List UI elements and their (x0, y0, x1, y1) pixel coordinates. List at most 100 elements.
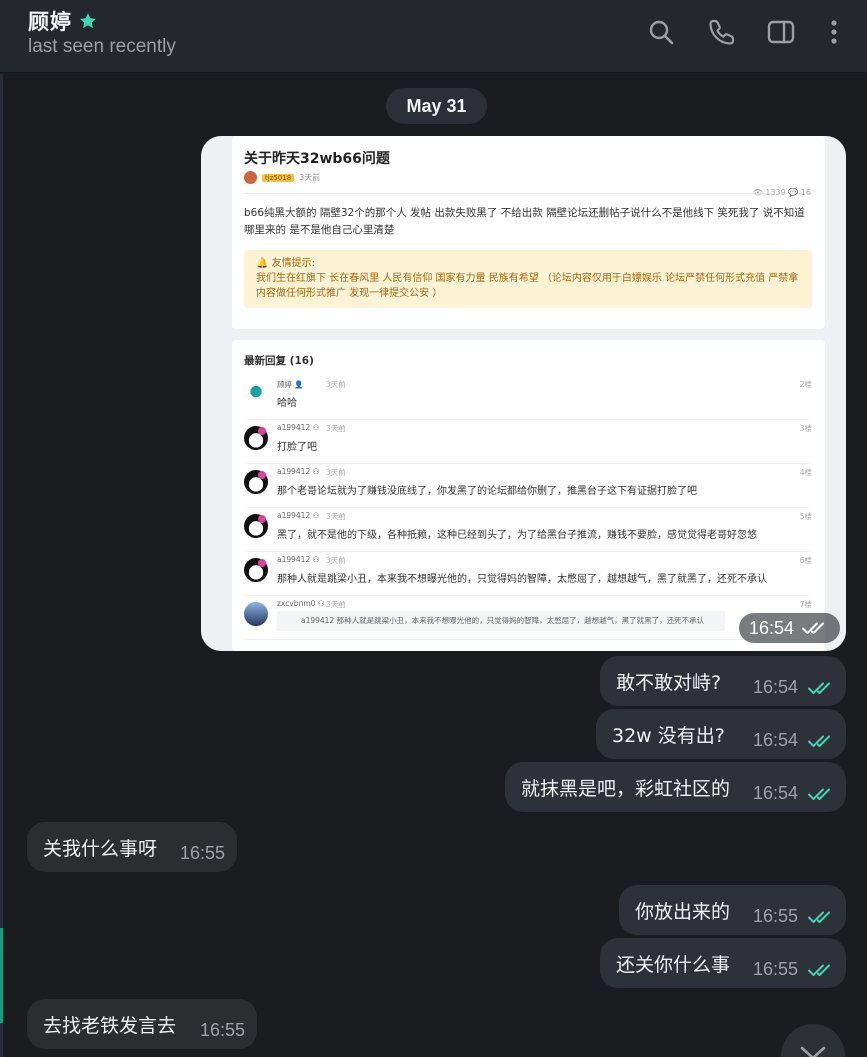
notice-box: 🔔 友情提示: 我们生在红旗下 长在春风里 人民有信仰 国家有力量 民族有希望 … (244, 250, 812, 308)
reply-floor: 2楼 (799, 380, 812, 389)
double-check-icon (808, 682, 830, 694)
reply-text: 黑了，就不是他的下级，各种抵赖，这种已经到头了，为了给黑台子推流，赚钱不要脸，感… (277, 530, 757, 541)
reply-floor: 7楼 (799, 600, 812, 609)
message-text: 去找老铁发言去 (43, 1014, 177, 1037)
avatar (244, 171, 257, 184)
avatar (244, 514, 268, 538)
post-body: b66纯黑大额的 隔壁32个的那个人 发帖 出款失败黑了 不给出款 隔壁论坛还删… (244, 207, 805, 236)
image-timestamp: 16:54 (738, 613, 840, 643)
post-title: 关于昨天32wb66问题 (244, 151, 390, 167)
reply-floor: 5楼 (799, 512, 812, 521)
reply-time: 3天前 (326, 424, 346, 433)
scroll-down-button[interactable] (781, 1024, 845, 1057)
post-stats: 👁 1339 💬 16 (752, 188, 811, 197)
message-text: 敢不敢对峙? (616, 671, 722, 694)
avatar (244, 602, 268, 626)
forum-post-card: 关于昨天32wb66问题 tjz5018 3天前 👁 1339 💬 16 b66… (232, 136, 825, 329)
message-text: 你放出来的 (635, 900, 731, 923)
post-meta: tjz5018 3天前 (244, 171, 320, 184)
avatar (244, 382, 268, 406)
message-meta: 16:55 (200, 1020, 245, 1041)
double-check-icon (808, 911, 830, 923)
message-meta: 16:55 (753, 959, 836, 980)
reply-author: a199412 ⚇ (277, 423, 320, 432)
list-item: 顾婷 👤 3天前 2楼 哈哈 (244, 376, 812, 420)
reply-floor: 3楼 (799, 424, 812, 433)
reply-floor: 4楼 (799, 468, 812, 477)
reply-time: 3天前 (326, 600, 346, 609)
contact-title[interactable]: 顾婷 (28, 6, 98, 36)
reply-time: 3天前 (326, 556, 346, 565)
image-message[interactable]: 关于昨天32wb66问题 tjz5018 3天前 👁 1339 💬 16 b66… (201, 136, 846, 651)
message-time: 16:55 (199, 1020, 245, 1040)
reply-author: 顾婷 👤 (277, 380, 304, 389)
list-item: a199412 ⚇ 3天前 5楼 黑了，就不是他的下级，各种抵赖，这种已经到头了… (244, 508, 812, 552)
message-bubble-outgoing[interactable]: 敢不敢对峙? 16:54 (600, 656, 846, 706)
message-meta: 16:55 (753, 906, 836, 927)
list-item: a199412 ⚇ 3天前 4楼 那个老哥论坛就为了赚钱没底线了，你发黑了的论坛… (244, 464, 812, 508)
reply-text: 那个老哥论坛就为了赚钱没底线了，你发黑了的论坛都给你删了，推黑台子这下有证据打脸… (277, 486, 697, 497)
reply-quote: a199412 那种人就是跳梁小丑，本来我不想曝光他的，只觉得妈的智障，太憋屈了… (277, 611, 725, 631)
message-bubble-incoming[interactable]: 关我什么事呀 16:55 (27, 822, 237, 872)
reply-time: 3天前 (326, 468, 346, 477)
message-bubble-outgoing[interactable]: 还关你什么事 16:55 (600, 938, 846, 988)
message-time: 16:55 (752, 959, 798, 979)
message-meta: 16:54 (753, 677, 836, 698)
message-text: 就抹黑是吧，彩虹社区的 (521, 777, 731, 800)
reply-floor: 6楼 (799, 556, 812, 565)
reply-time: 3天前 (326, 380, 346, 389)
reply-text: 打脸了吧 (277, 442, 317, 453)
message-time: 16:54 (752, 783, 798, 803)
avatar (244, 470, 268, 494)
message-bubble-outgoing[interactable]: 你放出来的 16:55 (619, 885, 846, 935)
message-meta: 16:55 (180, 843, 225, 864)
reply-time: 3天前 (326, 512, 346, 521)
left-rail (0, 74, 3, 1057)
message-meta: 16:54 (753, 730, 836, 751)
message-time: 16:54 (752, 730, 798, 750)
search-icon[interactable] (645, 16, 677, 48)
message-meta: 16:54 (753, 783, 836, 804)
reply-text: 哈哈 (277, 398, 297, 409)
contact-status: last seen recently (28, 36, 176, 57)
list-item: zxcvbnm0 ⚇ 3天前 7楼 a199412 那种人就是跳梁小丑，本来我不… (244, 596, 812, 640)
double-check-icon (808, 735, 830, 747)
unread-indicator (0, 928, 3, 1023)
message-time: 16:55 (752, 906, 798, 926)
avatar (244, 558, 268, 582)
double-check-icon (808, 964, 830, 976)
reply-author: a199412 ⚇ (277, 467, 320, 476)
message-bubble-outgoing[interactable]: 就抹黑是吧，彩虹社区的 16:54 (505, 762, 846, 812)
chevron-down-icon (800, 1046, 826, 1057)
reply-author: zxcvbnm0 ⚇ (277, 599, 325, 608)
more-vertical-icon[interactable] (818, 16, 850, 48)
message-text: 关我什么事呀 (43, 837, 158, 860)
author-tag: tjz5018 (262, 173, 295, 182)
notice-body: 我们生在红旗下 长在春风里 人民有信仰 国家有力量 民族有希望 （论坛内容仅用于… (256, 273, 799, 299)
phone-icon[interactable] (706, 16, 738, 48)
reply-author: a199412 ⚇ (277, 511, 320, 520)
message-text: 还关你什么事 (616, 953, 731, 976)
replies-card: 最新回复 (16) 顾婷 👤 3天前 2楼 哈哈 a199412 ⚇ 3天前 3… (232, 340, 825, 651)
list-item: a199412 ⚇ 3天前 3楼 打脸了吧 (244, 420, 812, 464)
reply-text: 那种人就是跳梁小丑，本来我不想曝光他的，只觉得妈的智障，太憋屈了，越想越气，黑了… (277, 574, 767, 585)
list-item: a199412 ⚇ 3天前 6楼 那种人就是跳梁小丑，本来我不想曝光他的，只觉得… (244, 552, 812, 596)
message-time: 16:54 (752, 677, 798, 697)
star-icon (80, 13, 96, 29)
message-bubble-incoming[interactable]: 去找老铁发言去 16:55 (27, 999, 257, 1049)
date-separator: May 31 (386, 88, 487, 124)
message-bubble-outgoing[interactable]: 32w 没有出? 16:54 (596, 709, 846, 759)
reply-author: a199412 ⚇ (277, 555, 320, 564)
divider (244, 193, 812, 194)
double-check-icon (808, 788, 830, 800)
double-check-icon (802, 622, 824, 634)
message-time: 16:55 (179, 843, 225, 863)
contact-name[interactable]: 顾婷 (28, 6, 72, 36)
message-time: 16:54 (748, 617, 794, 638)
replies-header: 最新回复 (16) (244, 355, 314, 367)
sidebar-toggle-icon[interactable] (765, 16, 797, 48)
post-time: 3天前 (299, 173, 321, 182)
chat-header: 顾婷 last seen recently (0, 0, 867, 73)
notice-title: 🔔 友情提示: (256, 258, 315, 269)
avatar (244, 426, 268, 450)
